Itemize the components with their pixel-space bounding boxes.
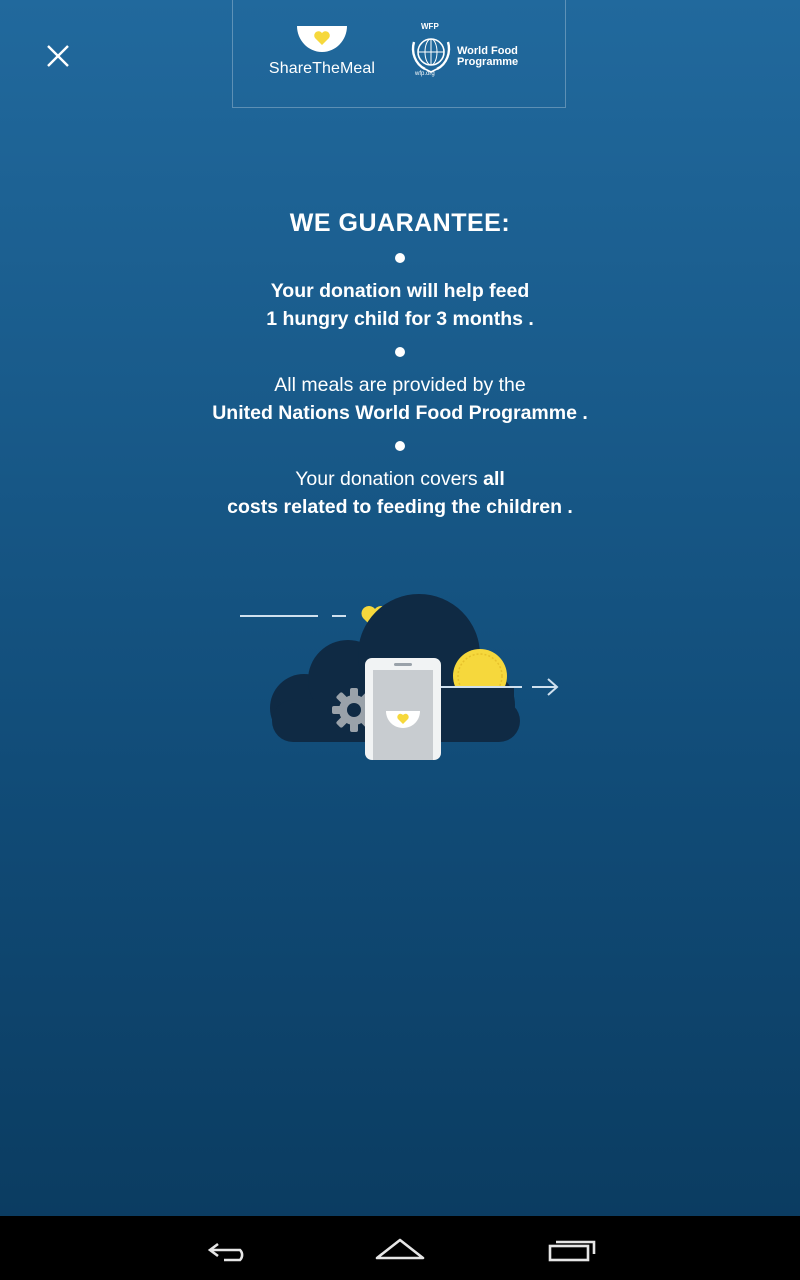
- guarantee-item-1-line2: 1 hungry child for 3 months .: [266, 308, 534, 330]
- close-icon: [47, 45, 69, 67]
- guarantee-item-3-regular: Your donation covers: [295, 468, 484, 490]
- guarantee-section: WE GUARANTEE: Your donation will help fe…: [0, 205, 800, 521]
- guarantee-item-3-bold: all: [483, 468, 505, 490]
- arrow-right-icon: [532, 678, 559, 696]
- guarantee-item-1: Your donation will help feed 1 hungry ch…: [0, 277, 800, 333]
- sharethemeal-logo: ShareTheMeal: [263, 24, 381, 78]
- partner-logos: ShareTheMeal WFP World Food Programme wf…: [232, 0, 566, 108]
- guarantee-item-2-line2: United Nations World Food Programme .: [212, 402, 588, 424]
- phone-icon: [365, 658, 441, 760]
- wfp-abbr: WFP: [421, 22, 439, 31]
- bullet-dot: [395, 253, 405, 263]
- wfp-url: wfp.org: [415, 71, 435, 77]
- back-button[interactable]: [200, 1230, 260, 1275]
- system-navigation-bar: [0, 1216, 800, 1280]
- recents-button[interactable]: [542, 1230, 602, 1275]
- guarantee-item-2-line1: All meals are provided by the: [274, 374, 526, 396]
- home-icon: [375, 1238, 425, 1260]
- back-icon: [207, 1242, 244, 1262]
- wfp-name-line2: Programme: [457, 56, 519, 68]
- guarantee-title: WE GUARANTEE:: [289, 209, 511, 237]
- recents-icon: [548, 1240, 596, 1262]
- guarantee-item-2: All meals are provided by the United Nat…: [0, 371, 800, 427]
- wfp-name: World Food Programme: [457, 46, 547, 68]
- wfp-logo: WFP World Food Programme wfp.org: [407, 22, 537, 82]
- guarantee-item-1-line1: Your donation will help feed: [270, 280, 530, 302]
- guarantee-item-3-line1: Your donation covers all: [0, 465, 800, 493]
- sharethemeal-logo-text: ShareTheMeal: [268, 60, 376, 77]
- bowl-heart-icon: [297, 26, 347, 52]
- guarantee-item-3-line2: costs related to feeding the children .: [227, 496, 573, 518]
- donation-cloud-illustration: [240, 594, 559, 760]
- close-button[interactable]: [40, 38, 76, 74]
- guarantee-item-3: Your donation covers all costs related t…: [0, 465, 800, 521]
- home-button[interactable]: [370, 1230, 430, 1275]
- bullet-dot: [395, 347, 405, 357]
- bullet-dot: [395, 441, 405, 451]
- wfp-emblem-icon: [411, 38, 451, 73]
